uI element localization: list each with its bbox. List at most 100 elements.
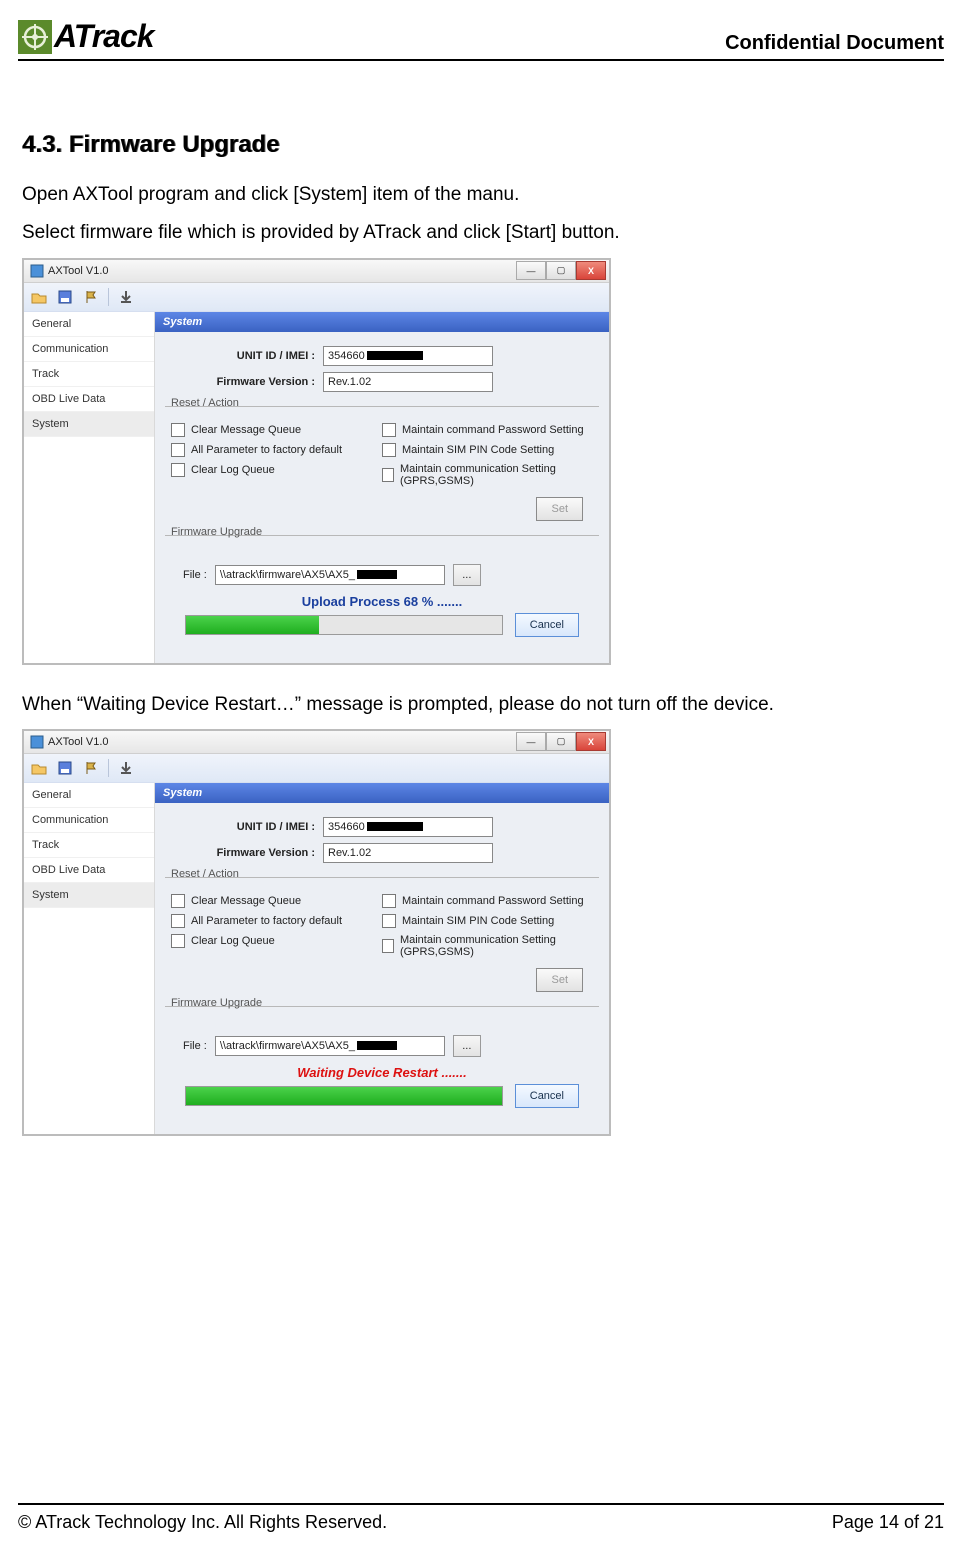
file-path-input[interactable]: \\atrack\firmware\AX5\AX5_ (215, 565, 445, 585)
footer-row: © ATrack Technology Inc. All Rights Rese… (18, 1512, 944, 1533)
progress-bar (185, 1086, 503, 1106)
firmware-legend: Firmware Upgrade (169, 997, 264, 1009)
sidebar: General Communication Track OBD Live Dat… (24, 312, 155, 663)
set-button[interactable]: Set (536, 968, 583, 992)
fw-version-label: Firmware Version : (165, 847, 323, 859)
firmware-upgrade-group: Firmware Upgrade File : \\atrack\firmwar… (165, 535, 599, 657)
panel-title: System (155, 783, 609, 803)
chk-maintain-comm[interactable]: Maintain communication Setting (GPRS,GSM… (382, 934, 593, 958)
chk-factory-default[interactable]: All Parameter to factory default (171, 443, 382, 457)
chk-clear-log-queue[interactable]: Clear Log Queue (171, 463, 382, 477)
fw-version-input[interactable]: Rev.1.02 (323, 372, 493, 392)
unit-id-input[interactable]: 354660 (323, 346, 493, 366)
redacted-bar (357, 570, 397, 579)
chk-maintain-sim-pin[interactable]: Maintain SIM PIN Code Setting (382, 914, 593, 928)
set-button[interactable]: Set (536, 497, 583, 521)
download-arrow-icon[interactable] (117, 288, 135, 306)
close-button[interactable]: X (576, 261, 606, 280)
window-title: AXTool V1.0 (48, 736, 109, 748)
unit-id-input[interactable]: 354660 (323, 817, 493, 837)
sidebar-item-system[interactable]: System (24, 412, 154, 437)
footer-rule (18, 1503, 944, 1505)
cancel-button[interactable]: Cancel (515, 613, 579, 637)
sidebar-item-general[interactable]: General (24, 783, 154, 808)
sidebar-item-obd[interactable]: OBD Live Data (24, 858, 154, 883)
firmware-upgrade-group: Firmware Upgrade File : \\atrack\firmwar… (165, 1006, 599, 1128)
maximize-button[interactable]: ▢ (546, 261, 576, 280)
fw-version-value: Rev.1.02 (328, 847, 371, 859)
redacted-bar (357, 1041, 397, 1050)
sidebar-item-track[interactable]: Track (24, 833, 154, 858)
logo-mark-icon (18, 20, 52, 54)
reset-action-group: Reset / Action Clear Message Queue All P… (165, 406, 599, 529)
minimize-button[interactable]: — (516, 261, 546, 280)
chk-factory-default[interactable]: All Parameter to factory default (171, 914, 382, 928)
reset-action-group: Reset / Action Clear Message Queue All P… (165, 877, 599, 1000)
sidebar-item-system[interactable]: System (24, 883, 154, 908)
file-label: File : (183, 569, 207, 581)
unit-id-label: UNIT ID / IMEI : (165, 350, 323, 362)
panel-system: System UNIT ID / IMEI : 354660 Firmware … (155, 783, 609, 1134)
chk-clear-msg-queue[interactable]: Clear Message Queue (171, 423, 382, 437)
toolbar (24, 754, 609, 783)
logo-text: ATrack (54, 18, 154, 55)
chk-maintain-comm[interactable]: Maintain communication Setting (GPRS,GSM… (382, 463, 593, 487)
fw-version-value: Rev.1.02 (328, 376, 371, 388)
save-icon[interactable] (56, 288, 74, 306)
file-path-value: \\atrack\firmware\AX5\AX5_ (220, 569, 355, 581)
progress-fill (186, 1087, 502, 1105)
sidebar-item-general[interactable]: General (24, 312, 154, 337)
flag-icon[interactable] (82, 288, 100, 306)
section-heading: 4.3. Firmware Upgrade (22, 131, 940, 159)
paragraph-1: Open AXTool program and click [System] i… (22, 179, 940, 211)
sidebar-item-track[interactable]: Track (24, 362, 154, 387)
fw-version-input[interactable]: Rev.1.02 (323, 843, 493, 863)
unit-id-value: 354660 (328, 350, 365, 362)
sidebar-item-communication[interactable]: Communication (24, 337, 154, 362)
waiting-restart-text: Waiting Device Restart ....... (171, 1065, 593, 1080)
chk-clear-log-queue[interactable]: Clear Log Queue (171, 934, 382, 948)
sidebar-item-obd[interactable]: OBD Live Data (24, 387, 154, 412)
unit-id-value: 354660 (328, 821, 365, 833)
file-label: File : (183, 1040, 207, 1052)
browse-button[interactable]: ... (453, 564, 481, 586)
panel-title: System (155, 312, 609, 332)
app-icon (30, 735, 44, 749)
footer-copyright: © ATrack Technology Inc. All Rights Rese… (18, 1512, 387, 1533)
open-icon[interactable] (30, 288, 48, 306)
sidebar-item-communication[interactable]: Communication (24, 808, 154, 833)
download-arrow-icon[interactable] (117, 759, 135, 777)
file-path-input[interactable]: \\atrack\firmware\AX5\AX5_ (215, 1036, 445, 1056)
progress-fill (186, 616, 319, 634)
flag-icon[interactable] (82, 759, 100, 777)
toolbar-divider (108, 759, 109, 777)
chk-maintain-sim-pin[interactable]: Maintain SIM PIN Code Setting (382, 443, 593, 457)
fw-version-label: Firmware Version : (165, 376, 323, 388)
toolbar (24, 283, 609, 312)
chk-maintain-password[interactable]: Maintain command Password Setting (382, 423, 593, 437)
save-icon[interactable] (56, 759, 74, 777)
app-icon (30, 264, 44, 278)
file-path-value: \\atrack\firmware\AX5\AX5_ (220, 1040, 355, 1052)
chk-clear-msg-queue[interactable]: Clear Message Queue (171, 894, 382, 908)
unit-id-label: UNIT ID / IMEI : (165, 821, 323, 833)
header-bar: ATrack Confidential Document (18, 18, 944, 61)
window-title: AXTool V1.0 (48, 265, 109, 277)
titlebar: AXTool V1.0 — ▢ X (24, 731, 609, 754)
cancel-button[interactable]: Cancel (515, 1084, 579, 1108)
firmware-legend: Firmware Upgrade (169, 526, 264, 538)
maximize-button[interactable]: ▢ (546, 732, 576, 751)
progress-bar (185, 615, 503, 635)
close-button[interactable]: X (576, 732, 606, 751)
open-icon[interactable] (30, 759, 48, 777)
upload-progress-text: Upload Process 68 % ....... (171, 594, 593, 609)
redacted-bar (367, 822, 423, 831)
browse-button[interactable]: ... (453, 1035, 481, 1057)
chk-maintain-password[interactable]: Maintain command Password Setting (382, 894, 593, 908)
redacted-bar (367, 351, 423, 360)
logo: ATrack (18, 18, 154, 55)
titlebar: AXTool V1.0 — ▢ X (24, 260, 609, 283)
toolbar-divider (108, 288, 109, 306)
minimize-button[interactable]: — (516, 732, 546, 751)
axtool-window-2: AXTool V1.0 — ▢ X General Communication (22, 729, 611, 1136)
